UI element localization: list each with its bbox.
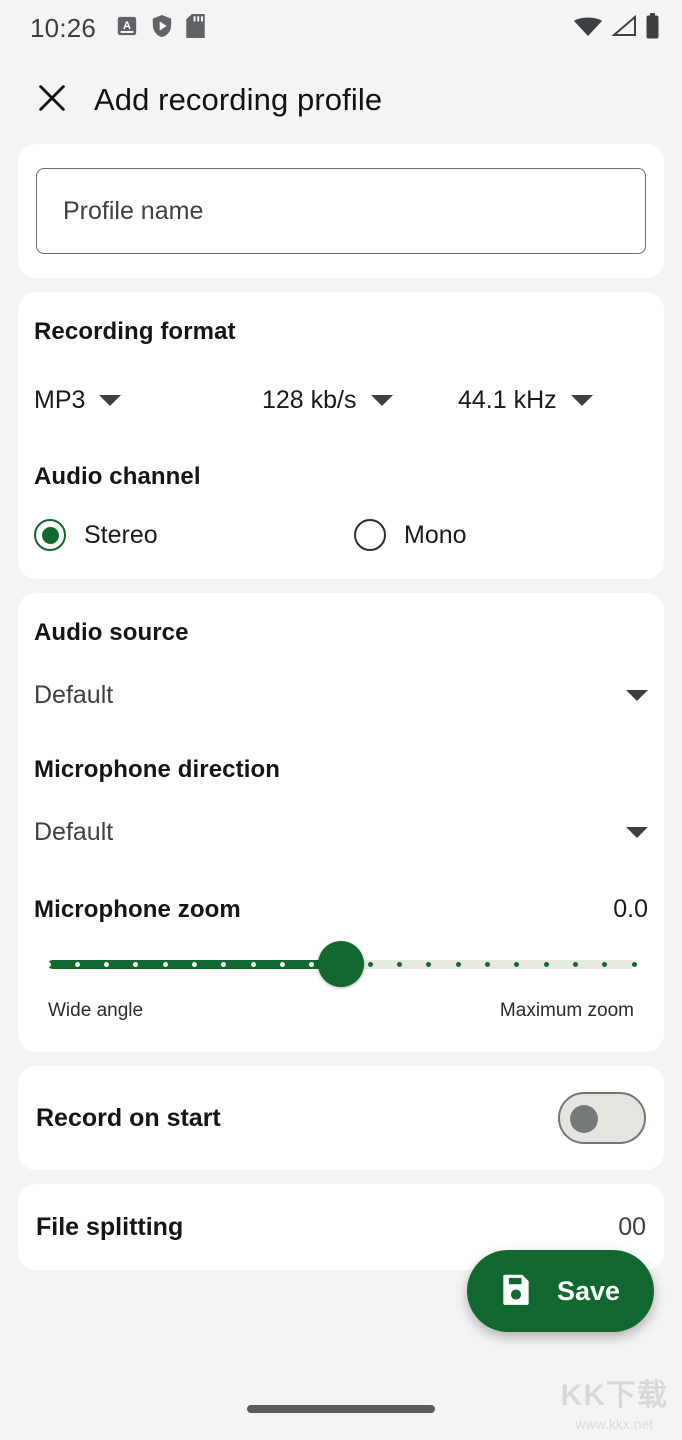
radio-option-stereo-label: Stereo — [84, 520, 158, 549]
status-bar: 10:26 A — [0, 0, 682, 56]
file-splitting-label: File splitting — [36, 1212, 184, 1241]
slider-min-label: Wide angle — [48, 1000, 144, 1021]
microphone-zoom-value: 0.0 — [613, 895, 648, 923]
save-button-label: Save — [556, 1275, 620, 1306]
record-on-start-row[interactable]: Record on start — [18, 1066, 664, 1170]
record-on-start-toggle[interactable] — [558, 1092, 646, 1144]
battery-icon — [645, 12, 660, 44]
status-clock: 10:26 — [30, 12, 97, 43]
profile-name-input[interactable]: Profile name — [36, 168, 646, 254]
audio-source-title: Audio source — [34, 619, 189, 646]
record-on-start-label: Record on start — [36, 1103, 221, 1132]
recording-format-title: Recording format — [34, 318, 236, 345]
slider-thumb[interactable] — [318, 941, 364, 987]
slider-tick — [250, 962, 256, 967]
slider-tick — [45, 962, 51, 967]
microphone-zoom-header: Microphone zoom 0.0 — [34, 895, 648, 924]
audio-source-card: Audio source Default Microphone directio… — [18, 593, 664, 1052]
svg-text:A: A — [123, 19, 131, 31]
bitrate-dropdown-value: 128 kb/s — [262, 386, 357, 414]
slider-tick — [543, 962, 549, 967]
close-icon — [35, 81, 69, 120]
chevron-down-icon — [626, 690, 648, 701]
format-dropdown-value: MP3 — [34, 386, 86, 414]
a-badge-icon: A — [116, 15, 138, 42]
close-button[interactable] — [28, 76, 76, 124]
audio-source-dropdown[interactable]: Default — [34, 681, 648, 710]
cell-signal-icon — [611, 14, 637, 43]
format-dropdown[interactable]: MP3 — [34, 386, 262, 415]
save-floppy-icon — [497, 1270, 535, 1313]
slider-tick — [192, 962, 197, 967]
microphone-direction-title: Microphone direction — [34, 756, 281, 783]
sample-rate-dropdown[interactable]: 44.1 kHz — [458, 386, 648, 415]
chevron-down-icon — [626, 827, 648, 838]
file-splitting-value: 00 — [618, 1212, 646, 1241]
save-button[interactable]: Save — [466, 1250, 654, 1332]
sample-rate-dropdown-value: 44.1 kHz — [458, 386, 557, 414]
format-dropdown-row: MP3 128 kb/s 44.1 kHz — [34, 386, 648, 415]
bitrate-dropdown[interactable]: 128 kb/s — [262, 386, 458, 415]
slider-tick — [485, 962, 490, 967]
microphone-direction-value: Default — [34, 818, 114, 846]
audio-channel-radio-group: Stereo Mono — [34, 519, 648, 551]
status-right-icons — [573, 12, 660, 44]
slider-tick — [162, 962, 168, 967]
microphone-zoom-title: Microphone zoom — [34, 896, 241, 923]
slider-tick — [572, 962, 578, 967]
slider-max-label: Maximum zoom — [499, 1000, 634, 1021]
slider-tick — [74, 962, 80, 967]
radio-mono-icon — [354, 519, 386, 551]
gesture-handle[interactable] — [247, 1405, 435, 1413]
app-bar: Add recording profile — [0, 56, 682, 144]
audio-channel-title: Audio channel — [34, 463, 201, 490]
status-left-icons: A — [116, 13, 205, 43]
profile-name-card: Profile name — [18, 144, 664, 278]
slider-tick — [631, 962, 637, 967]
play-shield-icon — [151, 14, 173, 43]
slider-tick — [279, 962, 285, 967]
recording-format-card: Recording format MP3 128 kb/s 44.1 kHz A… — [18, 292, 664, 579]
radio-option-mono-label: Mono — [404, 520, 467, 549]
toggle-knob — [570, 1105, 598, 1133]
profile-name-placeholder: Profile name — [63, 196, 204, 225]
slider-legend: Wide angle Maximum zoom — [34, 1000, 648, 1022]
microphone-zoom-slider[interactable] — [34, 936, 648, 992]
chevron-down-icon — [99, 395, 122, 406]
chevron-down-icon — [570, 395, 593, 406]
system-navigation-bar — [0, 1378, 682, 1440]
radio-option-stereo[interactable]: Stereo — [34, 519, 354, 551]
slider-tick — [455, 962, 461, 967]
sd-card-icon — [186, 13, 205, 43]
chevron-down-icon — [370, 395, 393, 406]
page-title: Add recording profile — [94, 82, 383, 117]
slider-tick — [367, 962, 373, 967]
microphone-direction-dropdown[interactable]: Default — [34, 818, 648, 847]
audio-source-value: Default — [34, 681, 114, 709]
radio-stereo-icon — [34, 519, 66, 551]
radio-option-mono[interactable]: Mono — [354, 519, 467, 551]
wifi-icon — [573, 14, 603, 43]
